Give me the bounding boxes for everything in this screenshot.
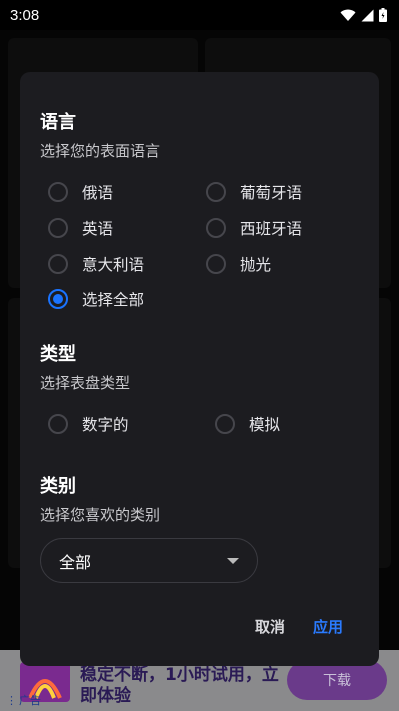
radio-button[interactable] [206, 182, 226, 202]
radio-button[interactable] [206, 218, 226, 238]
category-dropdown[interactable]: 全部 [40, 538, 258, 583]
language-option-polish[interactable]: 抛光 [206, 252, 271, 276]
signal-icon [361, 9, 374, 21]
option-label: 意大利语 [82, 256, 145, 274]
language-option-english[interactable]: 英语 [48, 216, 113, 240]
language-option-portuguese[interactable]: 葡萄牙语 [206, 180, 302, 204]
category-dropdown-value: 全部 [59, 552, 92, 572]
ad-info-icon: ⋮ [6, 693, 17, 707]
option-label: 数字的 [82, 416, 129, 434]
language-option-spanish[interactable]: 西班牙语 [206, 216, 302, 240]
chevron-down-icon [227, 557, 239, 564]
type-subtitle: 选择表盘类型 [40, 374, 131, 392]
option-label: 抛光 [240, 256, 272, 274]
filter-dialog: 语言 选择您的表面语言 俄语 葡萄牙语 英语 西班牙语 意大利语 抛光 选择全部… [20, 72, 379, 666]
language-option-select-all[interactable]: 选择全部 [48, 287, 144, 311]
radio-button[interactable] [48, 414, 68, 434]
status-bar: 3:08 [0, 0, 399, 30]
language-option-italian[interactable]: 意大利语 [48, 252, 144, 276]
language-option-russian[interactable]: 俄语 [48, 180, 113, 204]
cancel-button[interactable]: 取消 [255, 616, 285, 637]
option-label: 英语 [82, 220, 114, 238]
type-option-analog[interactable]: 模拟 [215, 412, 280, 436]
category-title: 类别 [40, 476, 76, 497]
category-subtitle: 选择您喜欢的类别 [40, 506, 161, 524]
radio-button[interactable] [48, 254, 68, 274]
ad-download-button[interactable]: 下载 [287, 660, 387, 700]
ad-label-text: 广告 [19, 694, 41, 707]
ad-text: 稳定不断，1小时试用，立即体验 [80, 665, 279, 706]
option-label: 模拟 [249, 416, 281, 434]
radio-button[interactable] [206, 254, 226, 274]
battery-icon [379, 8, 387, 22]
type-option-digital[interactable]: 数字的 [48, 412, 129, 436]
ad-label: ⋮ 广告 [6, 692, 41, 708]
language-title: 语言 [40, 112, 76, 133]
option-label: 西班牙语 [240, 220, 303, 238]
language-subtitle: 选择您的表面语言 [40, 142, 161, 160]
type-title: 类型 [40, 344, 76, 365]
option-label: 选择全部 [82, 291, 145, 309]
radio-button[interactable] [48, 182, 68, 202]
wifi-icon [340, 9, 356, 21]
option-label: 葡萄牙语 [240, 184, 303, 202]
status-time: 3:08 [10, 6, 40, 24]
apply-button[interactable]: 应用 [313, 616, 343, 637]
radio-button-checked[interactable] [48, 289, 68, 309]
radio-button[interactable] [48, 218, 68, 238]
option-label: 俄语 [82, 184, 114, 202]
radio-button[interactable] [215, 414, 235, 434]
status-icons [340, 8, 387, 22]
